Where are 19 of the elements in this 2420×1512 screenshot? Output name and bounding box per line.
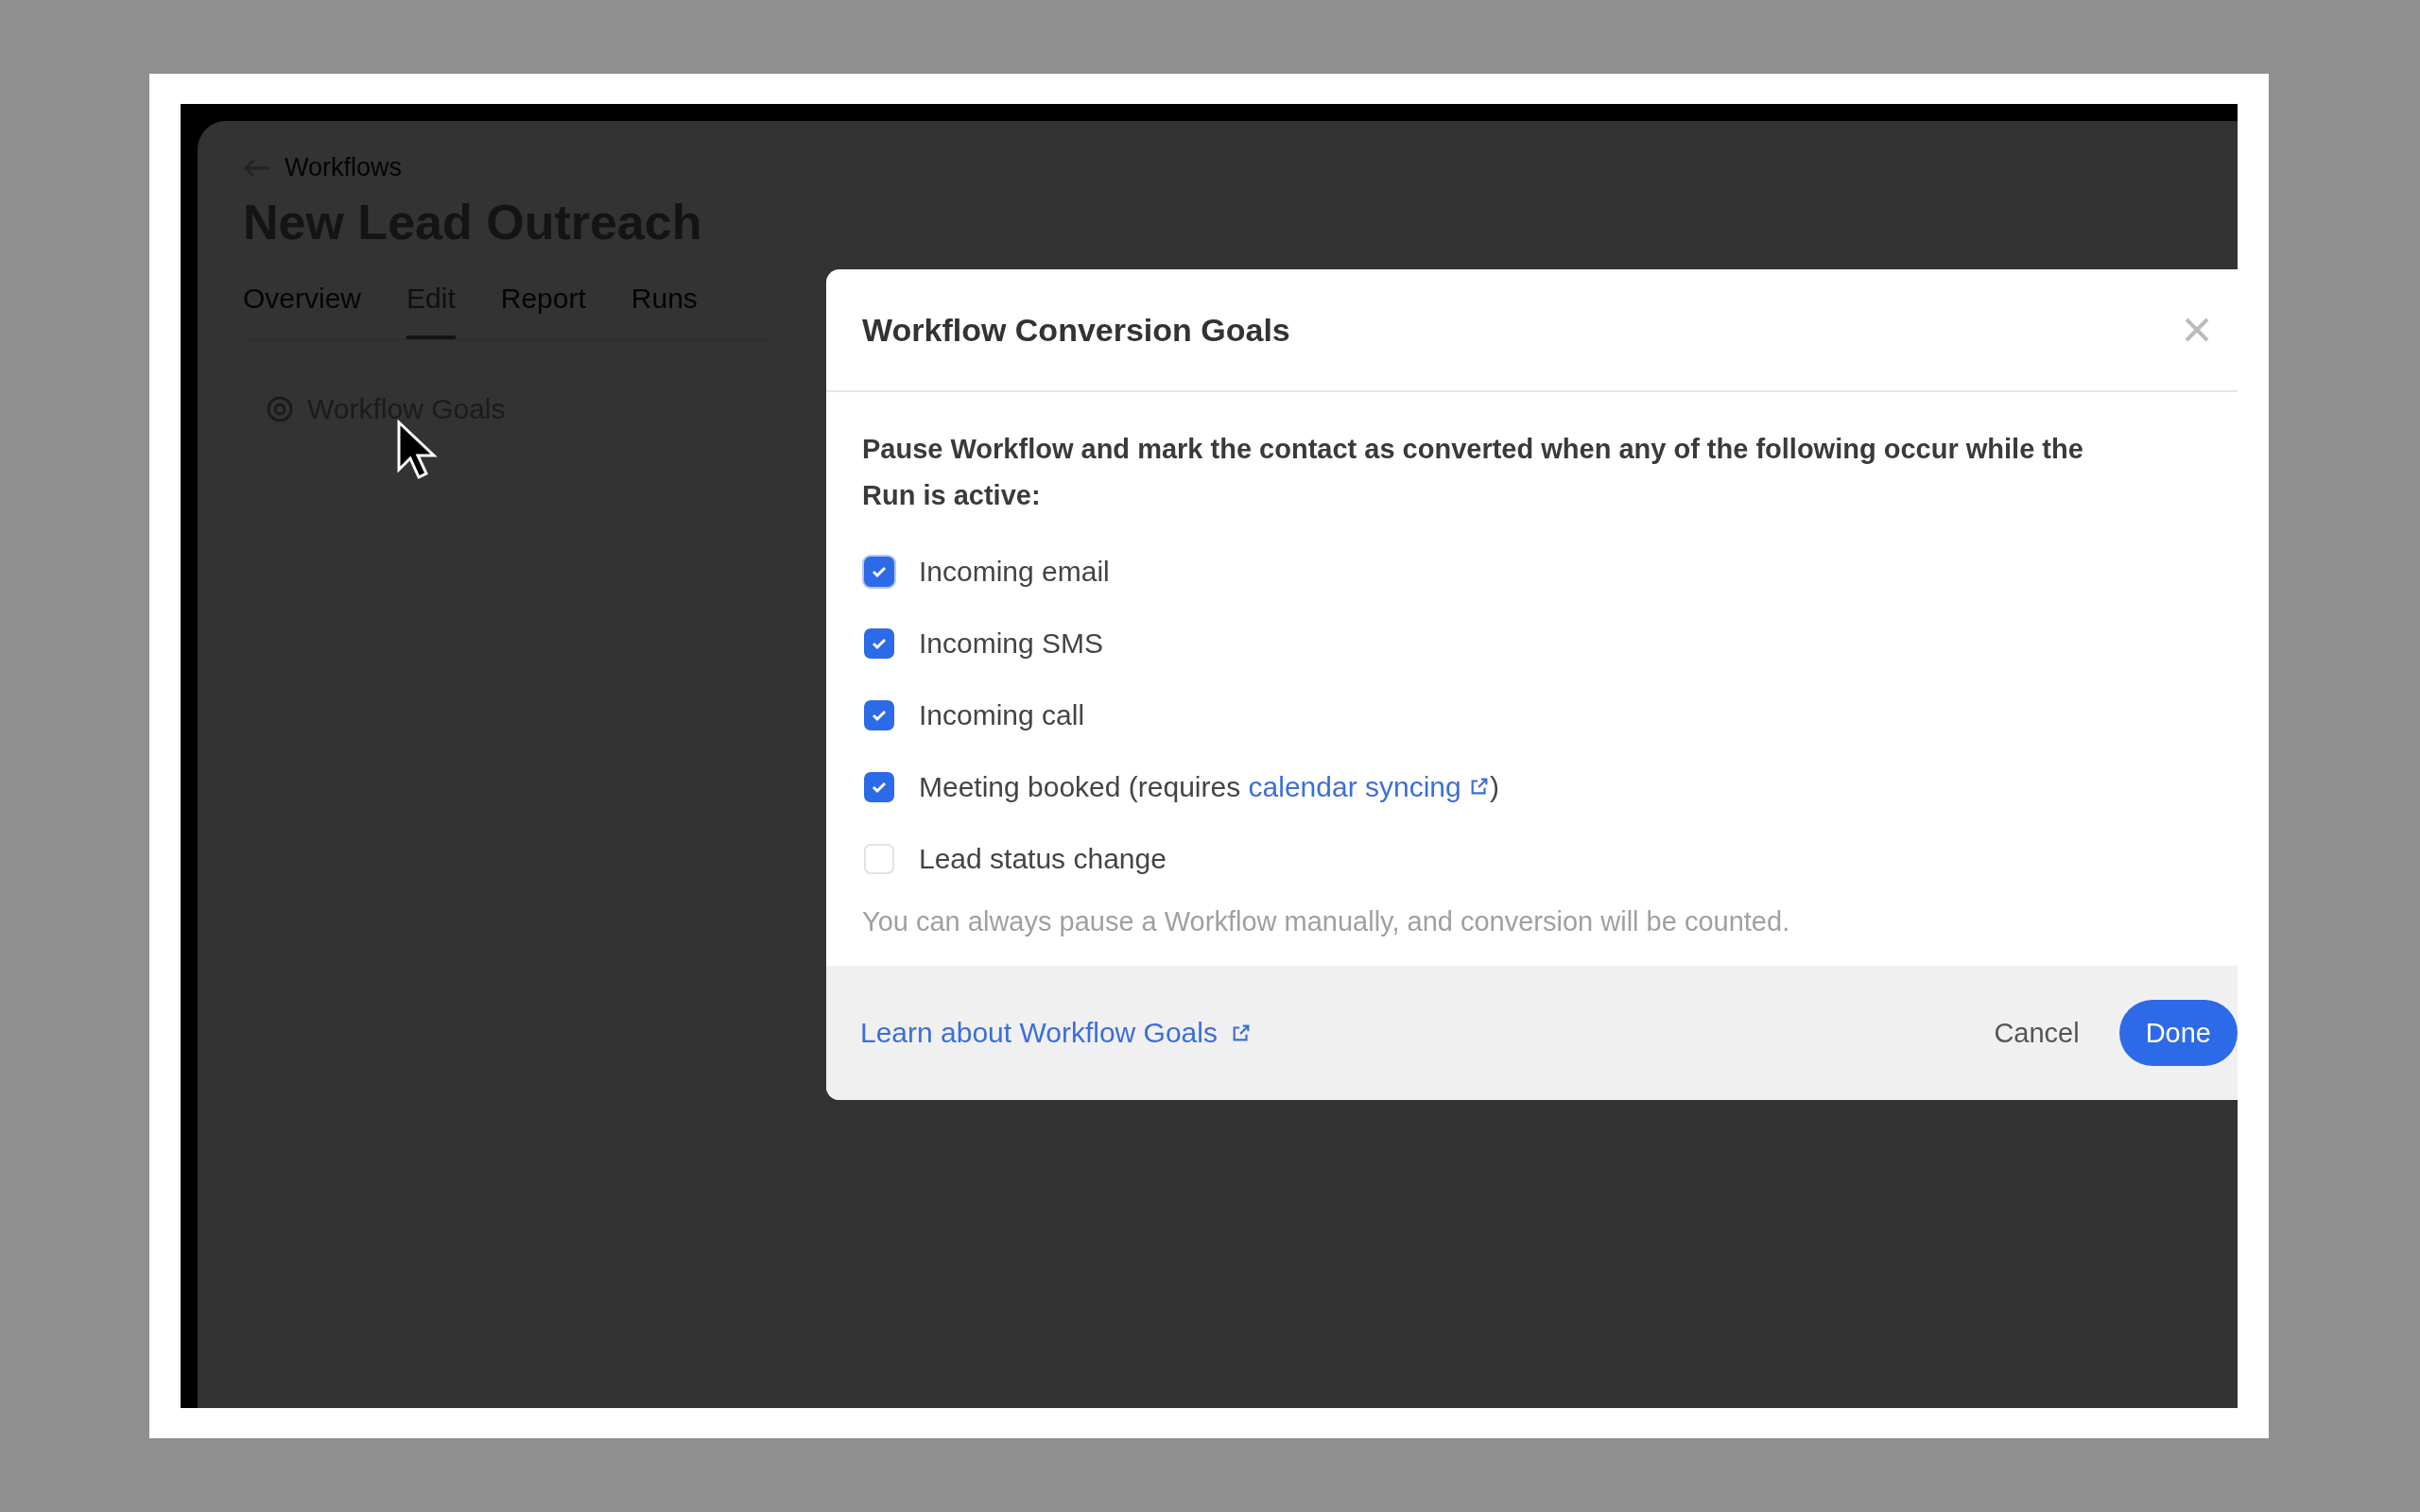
- checkbox[interactable]: [864, 772, 894, 802]
- dialog-title: Workflow Conversion Goals: [862, 311, 1290, 349]
- option-label: Lead status change: [919, 843, 1167, 875]
- help-note: You can always pause a Workflow manually, and conversion will be counted.: [862, 906, 1791, 937]
- option-label: Incoming SMS: [919, 627, 1104, 660]
- done-button[interactable]: Done: [2118, 1000, 2238, 1066]
- mouse-cursor-icon: [396, 420, 440, 480]
- calendar-syncing-link[interactable]: calendar syncing: [1248, 771, 1461, 802]
- checkbox[interactable]: [864, 700, 894, 730]
- dialog-description: Pause Workflow and mark the contact as converted when any of the following occur while the Run is active:: [862, 433, 2084, 512]
- option-label: Meeting booked (requires calendar syncing ): [919, 771, 1500, 803]
- target-icon: [266, 395, 294, 423]
- cancel-button[interactable]: Cancel: [1975, 1000, 2099, 1066]
- option-label: Incoming email: [919, 556, 1110, 588]
- option-label: Incoming call: [919, 699, 1085, 731]
- external-link-icon: [1231, 1022, 1252, 1043]
- learn-more-link[interactable]: Learn about Workflow Goals: [860, 1017, 1252, 1049]
- checkbox[interactable]: [864, 628, 894, 659]
- checkbox[interactable]: [864, 844, 894, 874]
